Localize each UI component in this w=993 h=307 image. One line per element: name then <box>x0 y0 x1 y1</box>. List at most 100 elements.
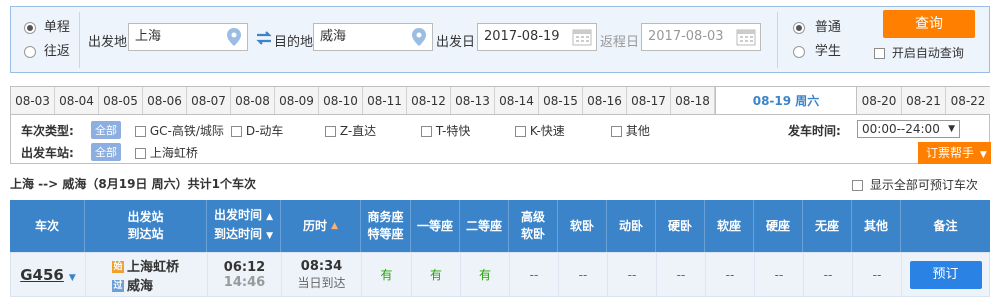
date-tab[interactable]: 08-12 <box>407 87 451 115</box>
col-duration-label: 历时 <box>302 218 327 233</box>
checkbox[interactable] <box>611 126 622 137</box>
date-tabs: 08-03 08-04 08-05 08-06 08-07 08-08 08-0… <box>10 86 990 117</box>
train-cell: G456 ▼ <box>11 253 86 296</box>
auto-query-checkbox[interactable] <box>874 48 885 59</box>
date-tab-active[interactable]: 08-19 周六 <box>715 87 857 117</box>
date-tab[interactable]: 08-15 <box>539 87 583 115</box>
date-tab[interactable]: 08-09 <box>275 87 319 115</box>
col-times[interactable]: 出发时间 ▲ 到达时间 ▼ <box>207 200 281 252</box>
date-tab[interactable]: 08-13 <box>451 87 495 115</box>
date-tab[interactable]: 08-03 <box>11 87 55 115</box>
train-number-link[interactable]: G456 <box>20 266 64 284</box>
checkbox[interactable] <box>325 126 336 137</box>
date-tab[interactable]: 08-20 <box>857 87 902 115</box>
ticket-student-option[interactable]: 学生 <box>793 40 841 59</box>
one-way-radio[interactable] <box>24 21 36 34</box>
col-duration[interactable]: 历时 ▲ <box>281 200 361 252</box>
date-tab[interactable]: 08-18 <box>671 87 715 115</box>
type-option-d[interactable]: D-动车 <box>231 122 283 139</box>
from-input[interactable]: 上海 <box>128 23 248 51</box>
sort-down-icon: ▼ <box>266 231 274 241</box>
business-seat-cell: 有 <box>362 253 412 296</box>
depart-date-value: 2017-08-19 <box>484 29 560 44</box>
show-all-option[interactable]: 显示全部可预订车次 <box>852 176 978 193</box>
auto-query-option[interactable]: 开启自动查询 <box>874 44 964 61</box>
col-motor-sleeper: 动卧 <box>607 200 656 252</box>
type-option-other[interactable]: 其他 <box>611 122 650 139</box>
ticket-normal-option[interactable]: 普通 <box>793 16 841 35</box>
to-input[interactable]: 威海 <box>313 23 433 51</box>
depart-time: 06:12 <box>223 259 266 275</box>
col-hard-sleeper: 硬卧 <box>656 200 705 252</box>
checkbox[interactable] <box>135 148 146 159</box>
arrive-time: 14:46 <box>223 274 266 290</box>
auto-query-label: 开启自动查询 <box>891 46 964 60</box>
no-seat-cell: -- <box>804 253 853 296</box>
col-business-label: 商务座 <box>367 210 404 224</box>
pass-badge: 过 <box>112 280 124 292</box>
checkbox[interactable] <box>515 126 526 137</box>
col-arrive-time[interactable]: 到达时间 ▼ <box>214 226 273 245</box>
date-tab[interactable]: 08-21 <box>902 87 946 115</box>
date-tab[interactable]: 08-14 <box>495 87 539 115</box>
date-tab[interactable]: 08-06 <box>143 87 187 115</box>
soft-seat-cell: -- <box>706 253 755 296</box>
book-button[interactable]: 预订 <box>909 260 982 289</box>
summary-count: 1 <box>211 177 220 191</box>
date-tab[interactable]: 08-05 <box>99 87 143 115</box>
col-station-to: 到达站 <box>127 227 164 241</box>
date-tab[interactable]: 08-07 <box>187 87 231 115</box>
col-station-from: 出发站 <box>127 210 164 224</box>
train-type-all-button[interactable]: 全部 <box>91 121 121 139</box>
stations-cell: 始上海虹桥 过威海 <box>86 253 208 296</box>
station-label: 上海虹桥 <box>149 146 198 160</box>
date-tab[interactable]: 08-22 <box>946 87 990 115</box>
show-all-checkbox[interactable] <box>852 180 863 191</box>
ticket-normal-radio[interactable] <box>793 21 805 34</box>
duration-value: 08:34 <box>300 258 343 274</box>
depart-time-select[interactable]: 00:00--24:00 ▼ <box>857 120 960 138</box>
one-way-option[interactable]: 单程 <box>24 16 70 35</box>
checkbox[interactable] <box>135 126 146 137</box>
round-trip-option[interactable]: 往返 <box>24 40 70 59</box>
date-tab[interactable]: 08-16 <box>583 87 627 115</box>
return-label: 返程日 <box>600 35 640 50</box>
type-option-t[interactable]: T-特快 <box>421 122 470 139</box>
dropdown-arrow-icon: ▼ <box>948 124 955 134</box>
col-hard-seat: 硬座 <box>754 200 803 252</box>
col-train: 车次 <box>10 200 85 252</box>
type-option-z[interactable]: Z-直达 <box>325 122 376 139</box>
date-tab[interactable]: 08-10 <box>319 87 363 115</box>
type-option-k[interactable]: K-快速 <box>515 122 565 139</box>
depart-date-input[interactable]: 2017-08-19 <box>477 23 597 51</box>
date-tab[interactable]: 08-11 <box>363 87 407 115</box>
type-label: K-快速 <box>529 124 565 138</box>
col-depart-time[interactable]: 出发时间 ▲ <box>214 207 273 226</box>
station-option[interactable]: 上海虹桥 <box>135 144 198 161</box>
type-option-gc[interactable]: GC-高铁/城际 <box>135 122 224 139</box>
to-label: 目的地 <box>274 35 314 50</box>
hard-sleeper-cell: -- <box>657 253 706 296</box>
depart-time-label: 发车时间: <box>788 124 841 138</box>
swap-icon[interactable] <box>255 31 273 45</box>
divider <box>777 12 778 68</box>
round-trip-radio[interactable] <box>24 45 36 58</box>
station-all-button[interactable]: 全部 <box>91 143 121 161</box>
ticket-helper-button[interactable]: 订票帮手 ▼ <box>918 142 991 164</box>
expand-arrow-icon[interactable]: ▼ <box>69 273 76 283</box>
depart-time-value: 00:00--24:00 <box>862 122 940 136</box>
from-station-name: 上海虹桥 <box>127 259 180 275</box>
checkbox[interactable] <box>231 126 242 137</box>
date-tab[interactable]: 08-04 <box>55 87 99 115</box>
search-panel: 单程 往返 出发地 上海 目的地 威海 出发日 2017-08-19 返程日 2… <box>10 6 990 73</box>
date-tab[interactable]: 08-08 <box>231 87 275 115</box>
return-date-input[interactable]: 2017-08-03 <box>641 23 761 51</box>
col-business: 商务座 特等座 <box>361 200 411 252</box>
query-button[interactable]: 查询 <box>883 10 975 38</box>
checkbox[interactable] <box>421 126 432 137</box>
ticket-student-radio[interactable] <box>793 45 805 58</box>
date-tab[interactable]: 08-17 <box>627 87 671 115</box>
to-station: 过威海 <box>112 275 153 294</box>
start-badge: 始 <box>112 261 124 273</box>
filter-panel: 车次类型: 全部 GC-高铁/城际 D-动车 Z-直达 T-特快 K-快速 其他… <box>10 114 991 164</box>
